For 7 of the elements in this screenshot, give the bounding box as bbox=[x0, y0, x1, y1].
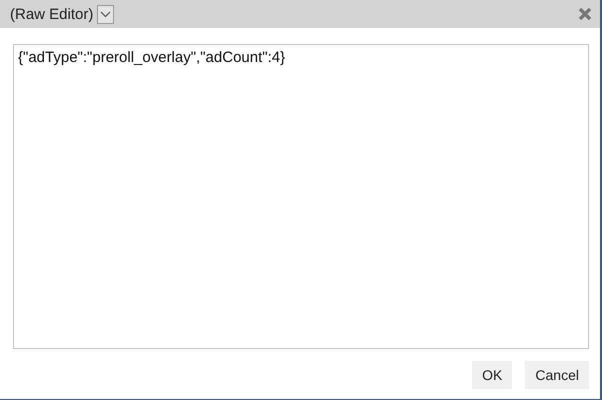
cancel-button[interactable]: Cancel bbox=[525, 361, 589, 389]
dropdown-button[interactable] bbox=[97, 4, 114, 24]
chevron-down-icon bbox=[100, 10, 112, 18]
window-title: (Raw Editor) bbox=[10, 6, 94, 22]
close-icon[interactable] bbox=[578, 7, 592, 21]
editor-textarea[interactable]: {"adType":"preroll_overlay","adCount":4} bbox=[13, 44, 589, 349]
ok-button[interactable]: OK bbox=[472, 361, 512, 389]
